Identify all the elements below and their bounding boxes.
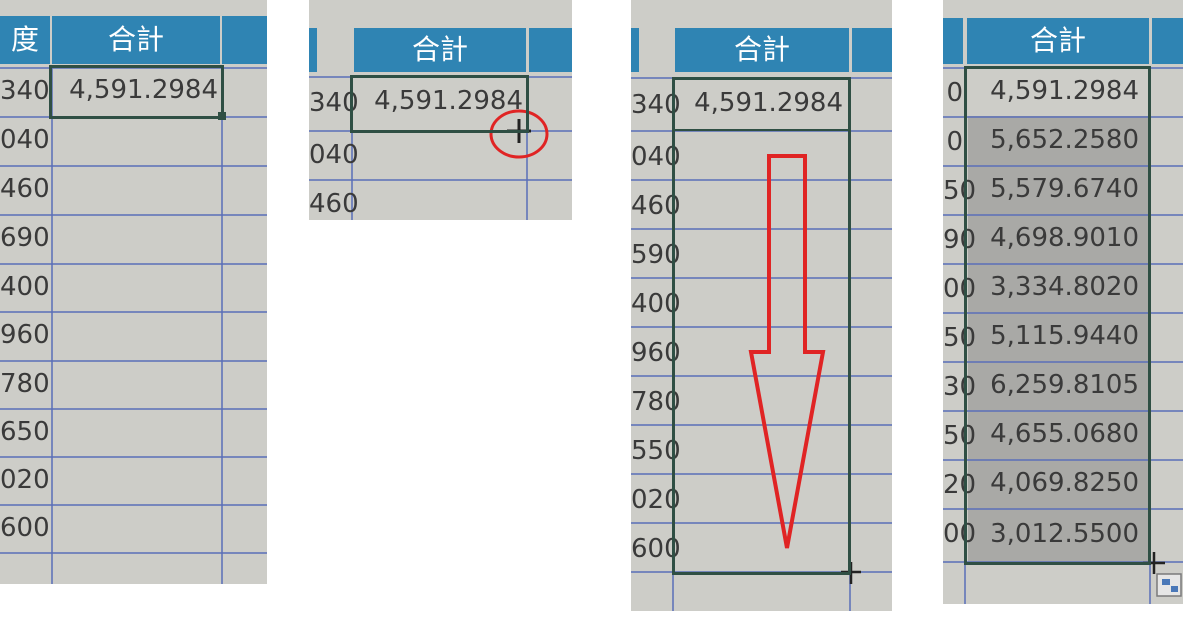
fill-handle[interactable] xyxy=(218,112,226,120)
cell-value[interactable]: 0 xyxy=(943,127,963,157)
column-header-total[interactable]: 合計 xyxy=(675,28,849,72)
cell-value[interactable]: 600 xyxy=(0,513,50,543)
column-header-total[interactable]: 合計 xyxy=(354,28,526,72)
cell-value[interactable]: 340 xyxy=(309,88,359,118)
column-header-next[interactable] xyxy=(529,28,572,72)
total-cell-value[interactable]: 4,591.2984 xyxy=(54,75,218,105)
cell-value[interactable]: 00 xyxy=(943,274,976,304)
cell-value[interactable]: 460 xyxy=(631,191,681,221)
column-header-next[interactable] xyxy=(222,16,267,64)
filled-total-value[interactable]: 4,655.0680 xyxy=(969,419,1139,449)
cell-value[interactable]: 460 xyxy=(309,189,359,219)
cell-value[interactable]: 040 xyxy=(309,140,359,170)
cell-value[interactable]: 50 xyxy=(943,176,976,206)
cell-value[interactable]: 780 xyxy=(631,387,681,417)
cell-value[interactable]: 50 xyxy=(943,323,976,353)
column-header-partial xyxy=(309,28,317,72)
column-header-partial xyxy=(631,28,639,72)
cell-value[interactable]: 460 xyxy=(0,174,50,204)
filled-total-value[interactable]: 4,069.8250 xyxy=(969,468,1139,498)
total-cell-value[interactable]: 4,591.2984 xyxy=(677,88,843,118)
cell-value[interactable]: 960 xyxy=(0,320,50,350)
cell-value[interactable]: 30 xyxy=(943,372,976,402)
column-header-partial: 度 xyxy=(0,16,50,64)
cell-value[interactable]: 400 xyxy=(631,289,681,319)
column-header-partial xyxy=(943,18,963,64)
cell-value[interactable]: 020 xyxy=(631,485,681,515)
column-header-total[interactable]: 合計 xyxy=(967,18,1149,64)
cell-value[interactable]: 960 xyxy=(631,338,681,368)
cell-value[interactable]: 20 xyxy=(943,470,976,500)
cell-value[interactable]: 340 xyxy=(631,90,681,120)
cell-value[interactable]: 780 xyxy=(0,369,50,399)
cell-value[interactable]: 550 xyxy=(631,436,681,466)
cell-value[interactable]: 650 xyxy=(0,417,50,447)
filled-total-value[interactable]: 3,334.8020 xyxy=(969,272,1139,302)
cell-value[interactable]: 400 xyxy=(0,272,50,302)
filled-total-value[interactable]: 5,115.9440 xyxy=(969,321,1139,351)
cell-value[interactable]: 040 xyxy=(0,125,50,155)
panel-step-3: 合計 340 040 460 590 400 960 780 550 020 6… xyxy=(631,0,892,611)
cell-value[interactable]: 50 xyxy=(943,421,976,451)
column-header-next[interactable] xyxy=(852,28,892,72)
column-header-total[interactable]: 合計 xyxy=(52,16,220,64)
selected-range[interactable] xyxy=(672,77,851,575)
column-header-next[interactable] xyxy=(1152,18,1183,64)
cell-value[interactable]: 020 xyxy=(0,465,50,495)
filled-total-value[interactable]: 4,698.9010 xyxy=(969,223,1139,253)
panel-step-4: 合計 0 0 50 90 00 50 30 50 20 00 4,591.298… xyxy=(943,0,1183,604)
panel-step-1: 度 合計 340 040 460 690 400 960 780 650 020… xyxy=(0,0,267,584)
panel-step-2: 合計 340 040 460 4,591.2984 xyxy=(309,0,572,220)
filled-total-value[interactable]: 6,259.8105 xyxy=(969,370,1139,400)
cell-value[interactable]: 90 xyxy=(943,225,976,255)
cell-value[interactable]: 600 xyxy=(631,534,681,564)
cell-value[interactable]: 340 xyxy=(0,76,50,106)
total-cell-value[interactable]: 4,591.2984 xyxy=(355,86,523,116)
cell-value[interactable]: 0 xyxy=(943,78,963,108)
autofill-options-icon[interactable] xyxy=(1156,573,1182,597)
cell-value[interactable]: 590 xyxy=(631,240,681,270)
filled-total-value[interactable]: 5,652.2580 xyxy=(969,125,1139,155)
cell-value[interactable]: 690 xyxy=(0,223,50,253)
cell-value[interactable]: 00 xyxy=(943,519,976,549)
filled-total-value[interactable]: 4,591.2984 xyxy=(969,76,1139,106)
cell-value[interactable]: 040 xyxy=(631,142,681,172)
filled-total-value[interactable]: 5,579.6740 xyxy=(969,174,1139,204)
filled-total-value[interactable]: 3,012.5500 xyxy=(969,519,1139,549)
